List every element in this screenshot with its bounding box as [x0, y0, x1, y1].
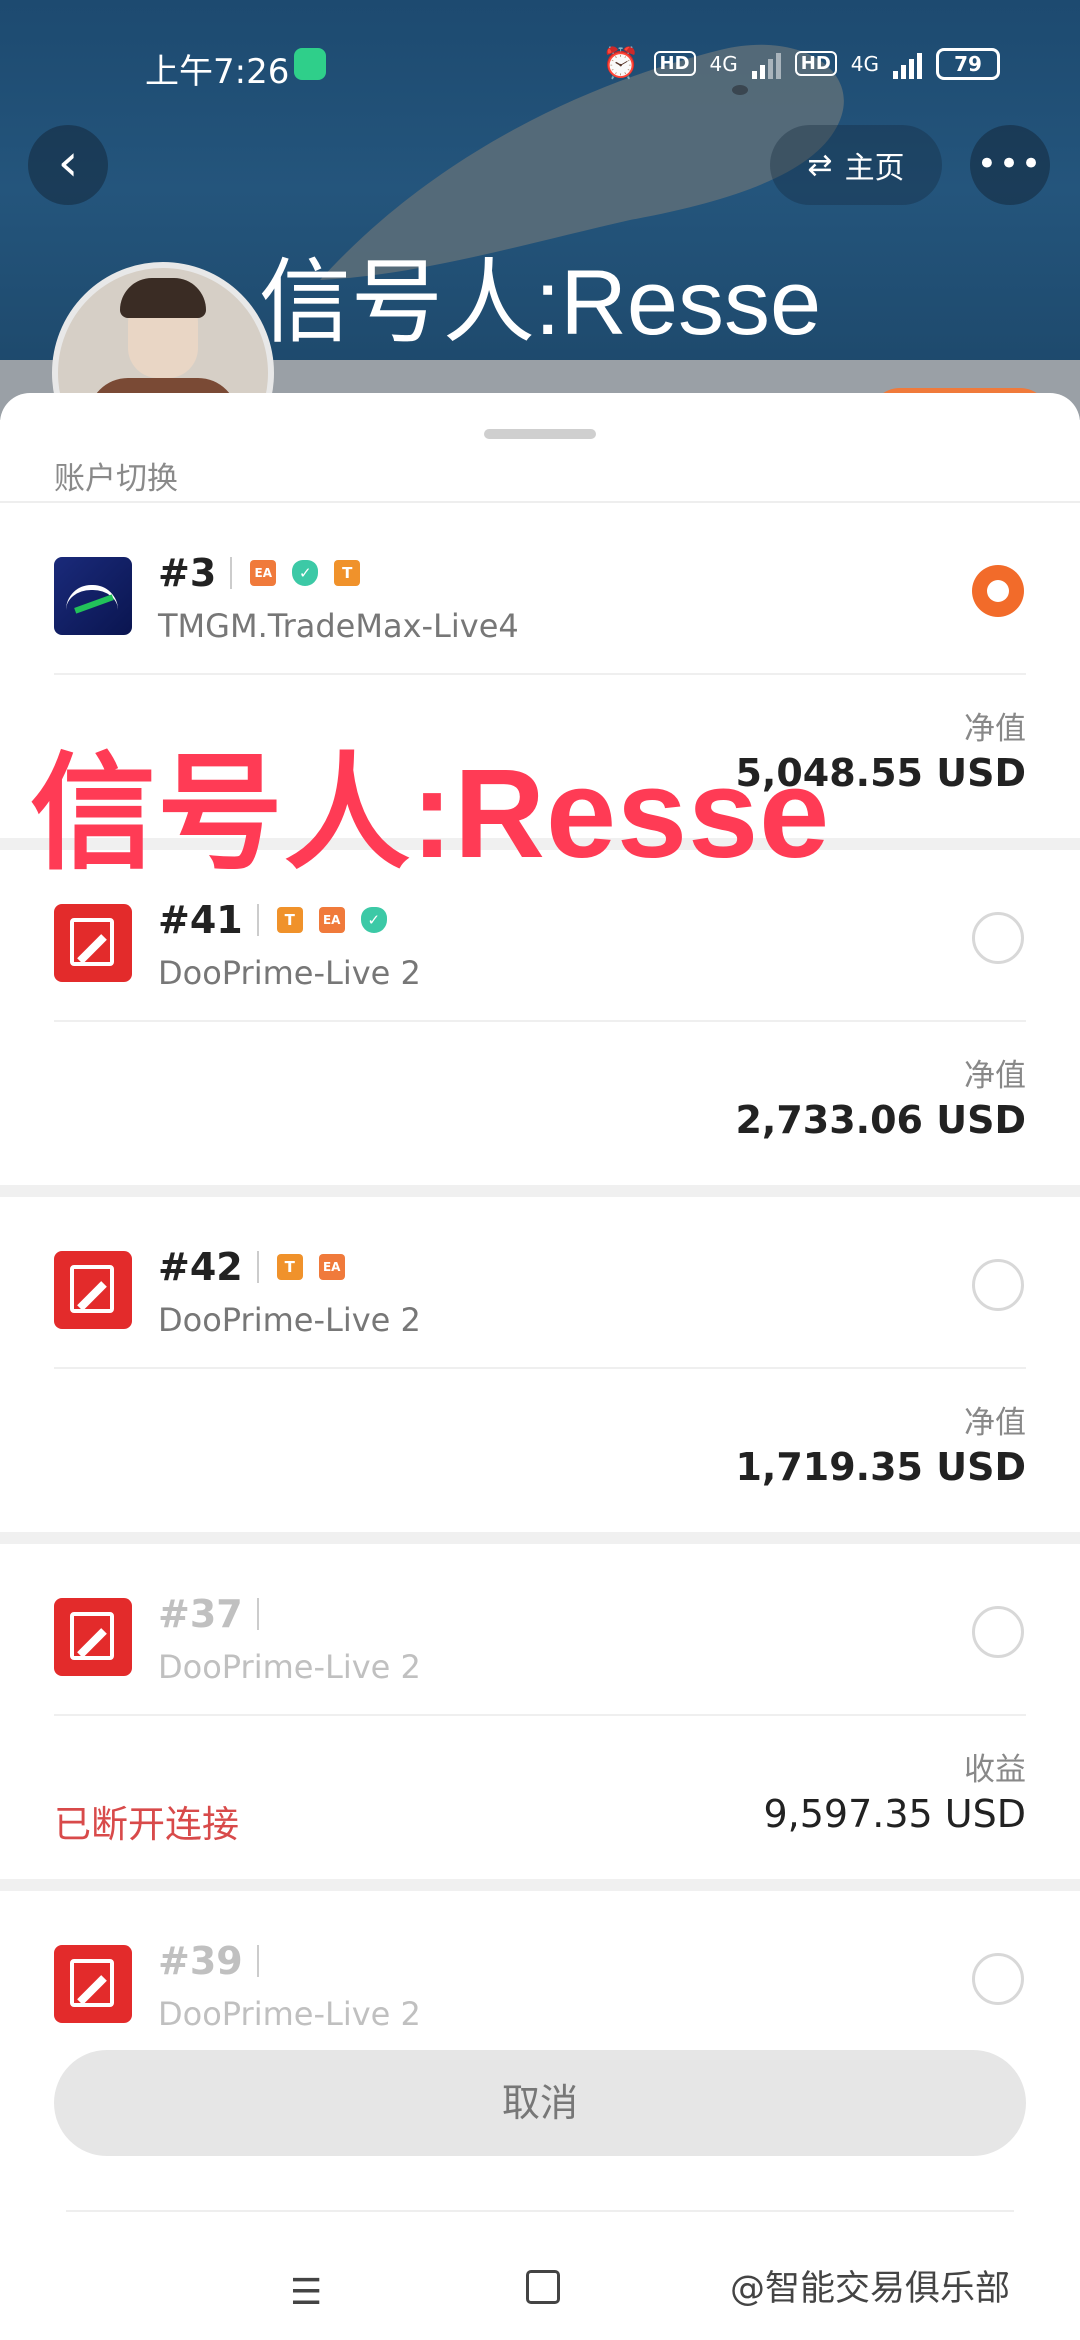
signal-icon [751, 49, 781, 79]
tmgm-logo-icon [54, 557, 132, 635]
account-radio[interactable] [972, 1953, 1024, 2005]
menu-icon[interactable]: ☰ [290, 2272, 322, 2313]
account-number: #41 [158, 898, 243, 942]
card-divider [54, 1367, 1026, 1369]
cancel-button[interactable]: 取消 [54, 2050, 1026, 2156]
home-label: 主页 [844, 151, 905, 186]
account-number: #3 [158, 551, 217, 595]
hd-badge-2: HD [794, 51, 837, 76]
metric-label: 收益 [964, 1752, 1026, 1788]
sheet-handle[interactable] [484, 429, 596, 439]
disconnected-status: 已断开连接 [54, 1803, 239, 1846]
ea-tag-icon: EA [318, 1254, 345, 1280]
card-divider [54, 673, 1026, 675]
metric-value: 9,597.35 USD [763, 1792, 1027, 1836]
account-radio[interactable] [972, 912, 1024, 964]
dooprime-logo-icon [54, 1598, 132, 1676]
account-server: DooPrime-Live 2 [158, 1995, 421, 2033]
network-label: 4G [709, 51, 738, 76]
status-time: 上午7:26 [145, 52, 290, 92]
card-separator [0, 1185, 1080, 1197]
verified-shield-icon: ✓ [360, 907, 387, 933]
signal-icon-2 [893, 49, 922, 79]
metric-label: 净值 [964, 1405, 1026, 1441]
account-number-row: #3 EA ✓ T [158, 551, 376, 595]
card-divider [54, 1714, 1026, 1716]
hd-badge: HD [653, 51, 696, 76]
switch-arrows-icon: ⇄ [807, 147, 833, 183]
nav-divider [66, 2210, 1014, 2212]
account-radio-selected[interactable] [972, 565, 1024, 617]
chevron-left-icon: ‹ [57, 133, 79, 193]
system-nav-bar: ☰ @智能交易俱乐部 [0, 2210, 1080, 2340]
account-number-row: #37 [158, 1592, 277, 1636]
metric-label: 净值 [964, 1058, 1026, 1094]
metric-value: 2,733.06 USD [735, 1098, 1026, 1142]
overlay-watermark-title: 信号人:Resse [30, 743, 831, 884]
network-label-2: 4G [850, 51, 879, 76]
account-number: #39 [158, 1939, 243, 1983]
ea-tag-icon: EA [250, 560, 277, 586]
alarm-icon: ⏰ [602, 46, 640, 81]
status-bar: 上午7:26 ⏰ HD 4G HD 4G 79 [0, 40, 1080, 92]
t-tag-icon: T [276, 1254, 303, 1280]
metric-label: 净值 [964, 711, 1026, 747]
verified-shield-icon: ✓ [292, 560, 319, 586]
status-icons: ⏰ HD 4G HD 4G 79 [602, 46, 1000, 81]
account-server: DooPrime-Live 2 [158, 1648, 421, 1686]
account-number-row: #39 [158, 1939, 277, 1983]
source-watermark: @智能交易俱乐部 [730, 2269, 1011, 2309]
home-square-icon[interactable] [526, 2270, 560, 2304]
more-dots-icon: ••• [976, 144, 1044, 184]
account-number-row: #42 T EA [158, 1245, 361, 1289]
battery-indicator: 79 [936, 47, 1000, 80]
account-item[interactable]: #37 DooPrime-Live 2 已断开连接 收益 9,597.35 US… [0, 1544, 1080, 1879]
shield-app-icon [294, 48, 326, 80]
metric-value: 1,719.35 USD [735, 1445, 1026, 1489]
account-number-row: #41 T EA ✓ [158, 898, 403, 942]
card-divider [54, 1020, 1026, 1022]
dooprime-logo-icon [54, 1251, 132, 1329]
t-tag-icon: T [276, 907, 303, 933]
account-item[interactable]: #42 T EA DooPrime-Live 2 净值 1,719.35 USD [0, 1197, 1080, 1532]
account-server: DooPrime-Live 2 [158, 1301, 421, 1339]
back-button[interactable]: ‹ [28, 125, 108, 205]
card-separator [0, 1532, 1080, 1544]
home-button[interactable]: ⇄ 主页 [770, 125, 942, 205]
dooprime-logo-icon [54, 1945, 132, 2023]
ea-tag-icon: EA [318, 907, 345, 933]
account-radio[interactable] [972, 1606, 1024, 1658]
dooprime-logo-icon [54, 904, 132, 982]
account-switch-sheet: 账户切换 #3 EA ✓ T TMGM.TradeMax-Live4 净值 5,… [0, 393, 1080, 2340]
sheet-title: 账户切换 [54, 461, 178, 497]
account-server: TMGM.TradeMax-Live4 [158, 607, 519, 645]
account-server: DooPrime-Live 2 [158, 954, 421, 992]
account-radio[interactable] [972, 1259, 1024, 1311]
account-number: #37 [158, 1592, 243, 1636]
account-item[interactable]: #41 T EA ✓ DooPrime-Live 2 净值 2,733.06 U… [0, 850, 1080, 1185]
more-button[interactable]: ••• [970, 125, 1050, 205]
account-number: #42 [158, 1245, 243, 1289]
t-tag-icon: T [334, 560, 361, 586]
card-separator [0, 1879, 1080, 1891]
